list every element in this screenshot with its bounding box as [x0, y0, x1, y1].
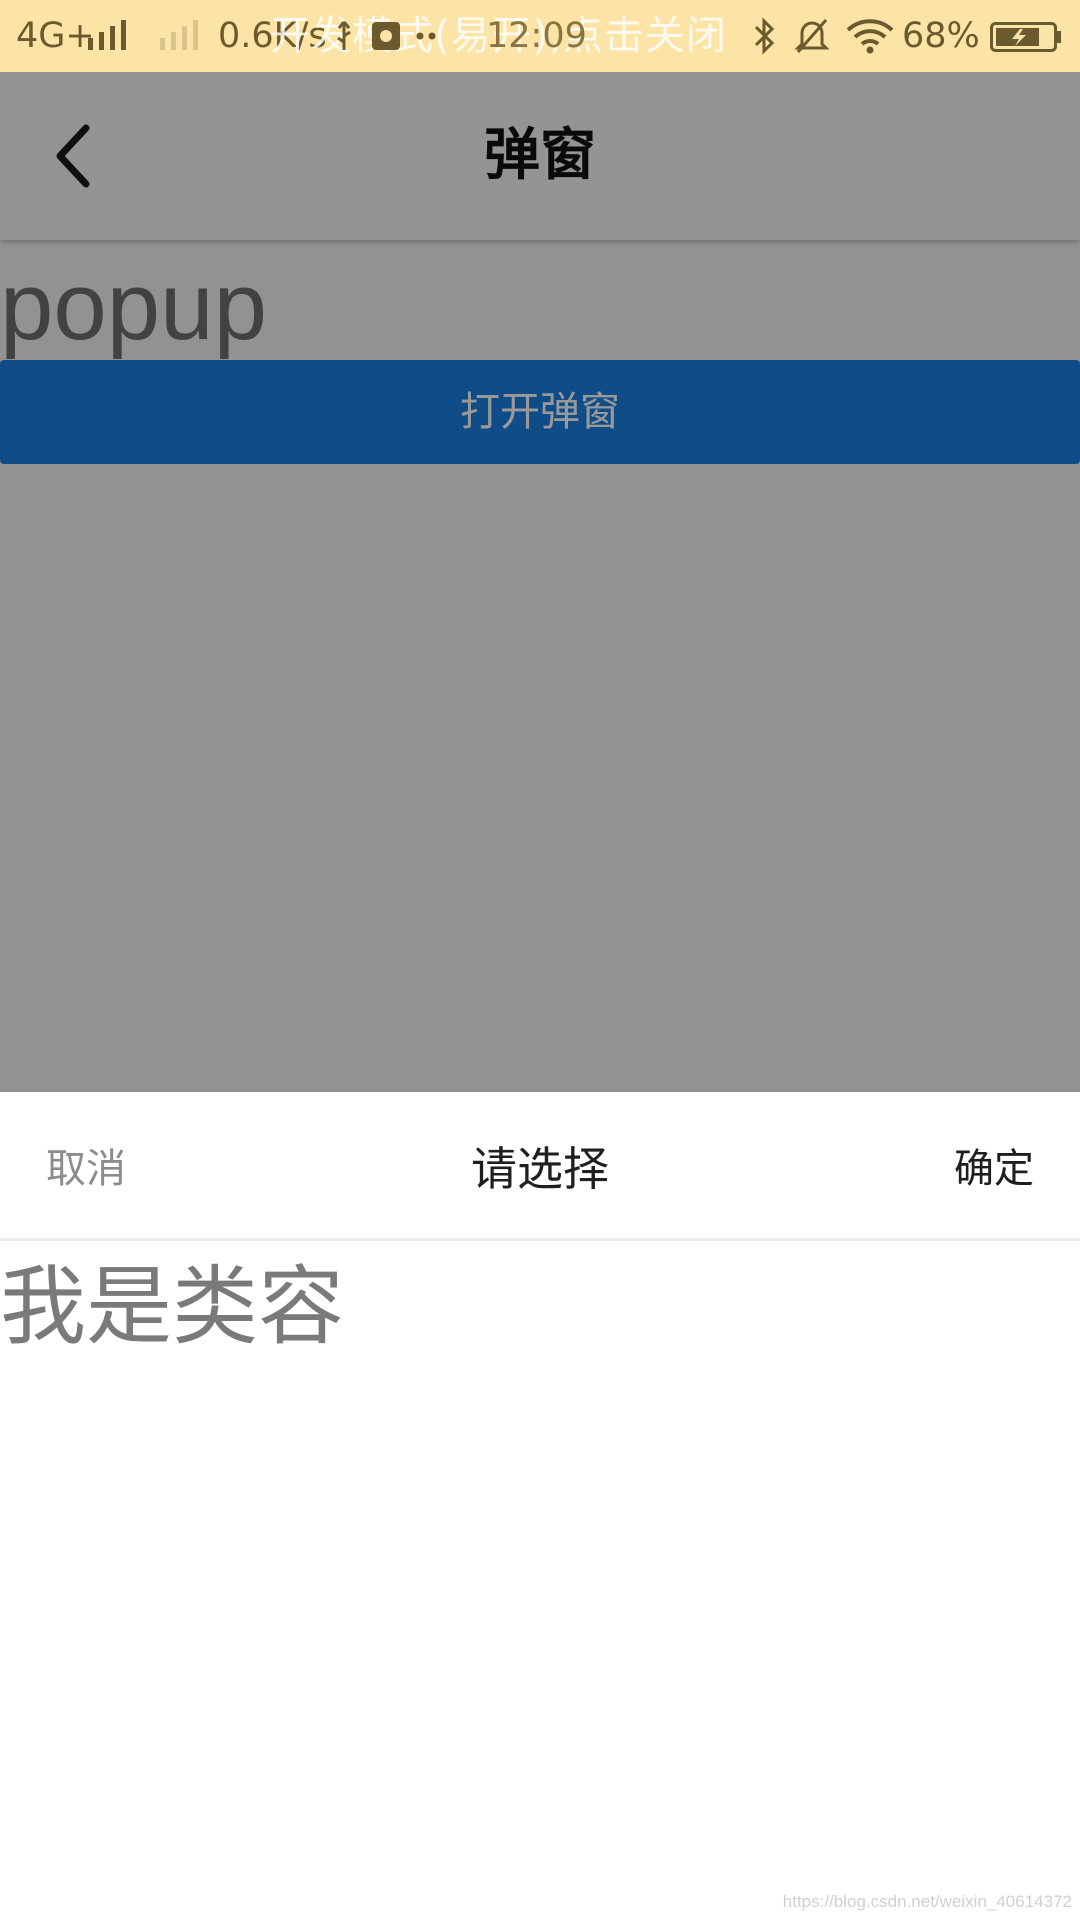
- bluetooth-icon: [754, 17, 775, 55]
- app-screen: 4G+ 0.6K/s 开发模式(易开),点击关闭 12:09 68% 弹窗 po…: [0, 0, 1080, 1920]
- wifi-icon: [846, 19, 894, 54]
- signal-icon: [88, 20, 126, 50]
- watermark: https://blog.csdn.net/weixin_40614372: [782, 1892, 1072, 1911]
- popup-title: 请选择: [471, 1142, 609, 1196]
- battery-charging-icon: [990, 22, 1061, 52]
- network-type: 4G+: [16, 16, 95, 56]
- battery-level: 68%: [902, 16, 980, 56]
- confirm-button[interactable]: 确定: [954, 1092, 1034, 1238]
- mute-icon: [794, 19, 830, 53]
- popup-sheet: 取消 请选择 确定 我是类容: [0, 1092, 1080, 1920]
- signal-icon-secondary: [160, 20, 198, 50]
- popup-header: 取消 请选择 确定: [0, 1092, 1080, 1241]
- status-bar: 4G+ 0.6K/s 开发模式(易开),点击关闭 12:09 68%: [0, 0, 1080, 72]
- usb-icon: [337, 21, 436, 50]
- clock: 12:09: [486, 16, 587, 56]
- popup-content: 我是类容: [0, 1257, 344, 1357]
